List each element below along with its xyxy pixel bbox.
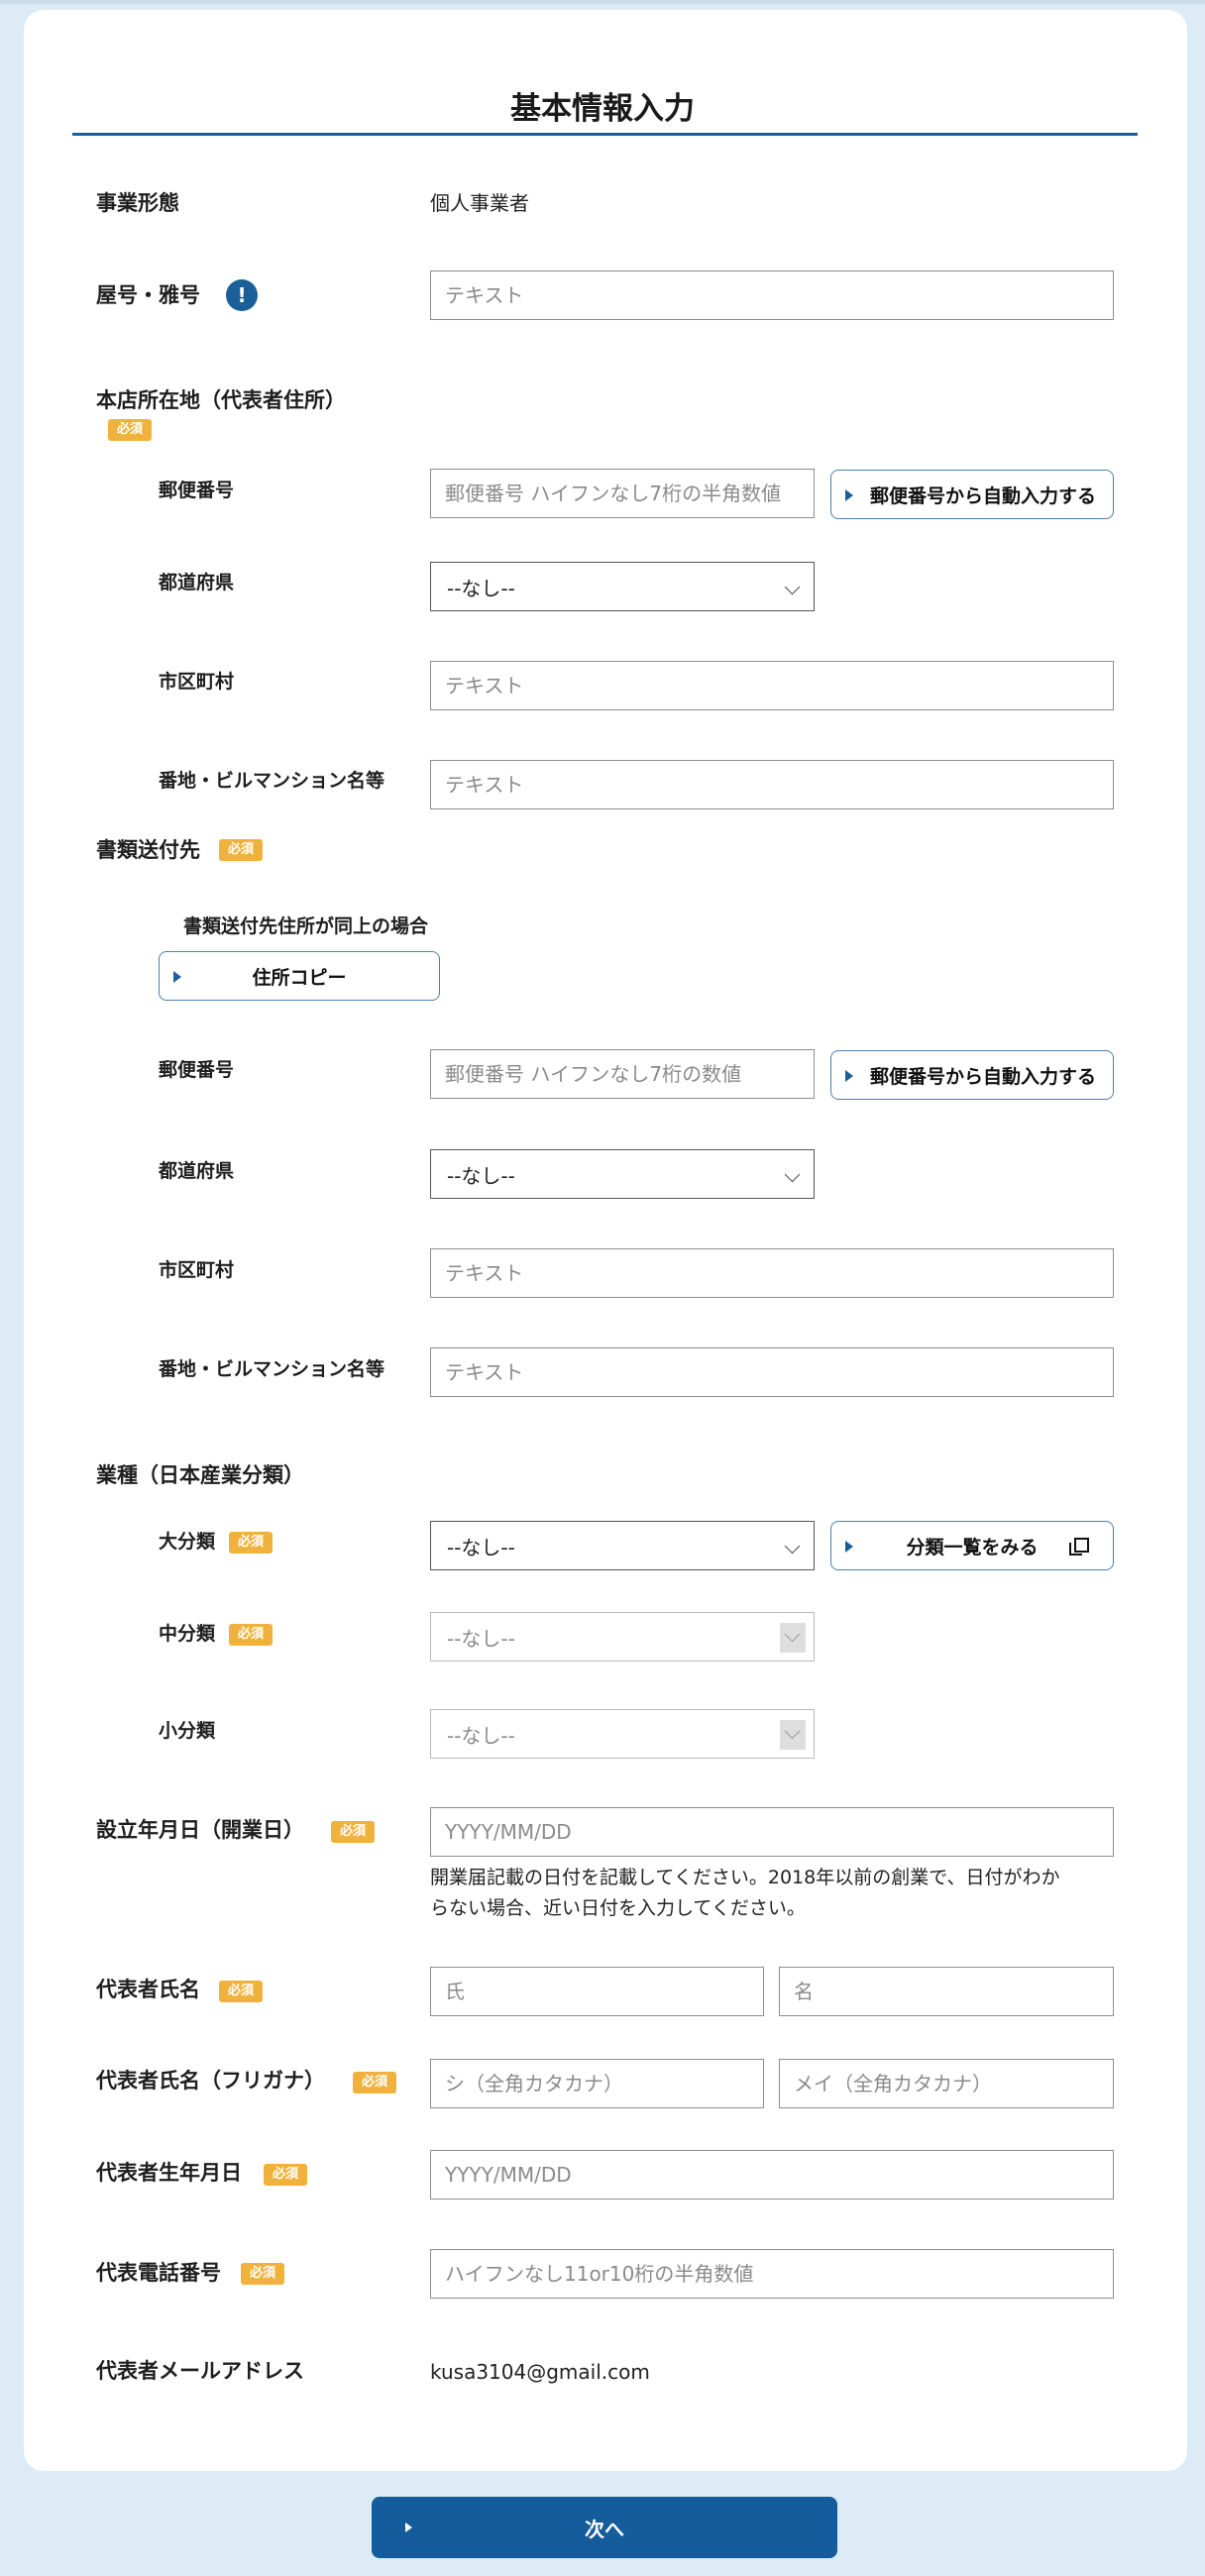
mailing-autofill-button[interactable]: 郵便番号から自動入力する xyxy=(830,1050,1114,1100)
rep-last-name-input[interactable] xyxy=(430,1967,764,2016)
required-badge: 必須 xyxy=(241,2263,285,2285)
rep-last-kana-input[interactable] xyxy=(430,2059,764,2108)
industry-label: 業種（日本産業分類） xyxy=(96,1463,304,1487)
chevron-down-icon xyxy=(784,1166,801,1183)
rep-first-name-input[interactable] xyxy=(779,1967,1114,2016)
select-value: --なし-- xyxy=(447,1535,515,1559)
industry-major-label: 大分類 xyxy=(159,1531,216,1553)
autofill-button-label: 郵便番号から自動入力する xyxy=(869,484,1096,507)
head-office-street-input[interactable] xyxy=(430,760,1114,809)
industry-medium-select[interactable]: --なし-- xyxy=(430,1612,815,1662)
mailing-prefecture-label: 都道府県 xyxy=(159,1160,235,1182)
trade-name-label: 屋号・雅号 xyxy=(96,283,200,307)
business-type-label: 事業形態 xyxy=(96,191,179,215)
industry-medium-label: 中分類 xyxy=(159,1623,216,1645)
industry-major-select[interactable]: --なし-- xyxy=(430,1521,815,1570)
address-copy-label: 住所コピー xyxy=(252,966,347,989)
category-list-button[interactable]: 分類一覧をみる xyxy=(830,1521,1114,1570)
select-value: --なし-- xyxy=(447,1626,515,1651)
rep-birth-input[interactable] xyxy=(430,2150,1114,2200)
head-office-prefecture-select[interactable]: --なし-- xyxy=(430,562,815,611)
established-note-line: 開業届記載の日付を記載してください。2018年以前の創業で、日付がわか xyxy=(430,1867,1060,1888)
required-badge: 必須 xyxy=(108,419,153,441)
required-badge: 必須 xyxy=(219,1981,264,2002)
rep-kana-label: 代表者氏名（フリガナ） xyxy=(96,2069,325,2093)
triangle-right-icon xyxy=(405,2522,412,2532)
mailing-postal-input[interactable] xyxy=(430,1049,815,1099)
info-icon[interactable]: ! xyxy=(226,279,258,311)
copy-hint: 書類送付先住所が同上の場合 xyxy=(183,915,429,937)
rep-email-value: kusa3104@gmail.com xyxy=(430,2360,650,2384)
head-office-city-label: 市区町村 xyxy=(159,671,235,693)
next-button[interactable]: 次へ xyxy=(372,2497,837,2558)
established-label: 設立年月日（開業日） xyxy=(96,1818,304,1842)
category-list-label: 分類一覧をみる xyxy=(906,1536,1039,1558)
mailing-postal-label: 郵便番号 xyxy=(159,1059,235,1081)
chevron-down-icon xyxy=(784,1723,801,1740)
rep-first-kana-input[interactable] xyxy=(779,2059,1114,2108)
head-office-prefecture-label: 都道府県 xyxy=(159,572,235,593)
page-title: 基本情報入力 xyxy=(510,91,695,127)
head-office-city-input[interactable] xyxy=(430,661,1114,710)
mailing-street-input[interactable] xyxy=(430,1347,1114,1397)
required-badge: 必須 xyxy=(353,2072,397,2093)
head-office-autofill-button[interactable]: 郵便番号から自動入力する xyxy=(830,470,1114,519)
required-badge: 必須 xyxy=(264,2164,308,2186)
triangle-right-icon xyxy=(845,1541,853,1553)
business-type-value: 個人事業者 xyxy=(430,191,529,215)
required-badge: 必須 xyxy=(219,839,264,861)
head-office-postal-input[interactable] xyxy=(430,469,815,518)
rep-phone-input[interactable] xyxy=(430,2249,1114,2299)
select-value: --なし-- xyxy=(447,1723,515,1748)
mailing-prefecture-select[interactable]: --なし-- xyxy=(430,1149,815,1199)
triangle-right-icon xyxy=(173,971,181,983)
select-value: --なし-- xyxy=(447,1163,515,1188)
select-arrow-box xyxy=(780,1623,806,1653)
required-badge: 必須 xyxy=(229,1624,274,1646)
rep-birth-label: 代表者生年月日 xyxy=(96,2161,242,2185)
address-copy-button[interactable]: 住所コピー xyxy=(159,951,440,1001)
rep-phone-label: 代表電話番号 xyxy=(96,2261,221,2285)
required-badge: 必須 xyxy=(229,1532,274,1554)
chevron-down-icon xyxy=(784,579,801,595)
chevron-down-icon xyxy=(784,1626,801,1643)
established-input[interactable] xyxy=(430,1807,1114,1857)
title-divider xyxy=(72,133,1138,136)
chevron-down-icon xyxy=(784,1538,801,1555)
established-note: 開業届記載の日付を記載してください。2018年以前の創業で、日付がわか らない場… xyxy=(430,1863,1124,1924)
head-office-postal-label: 郵便番号 xyxy=(159,480,235,501)
required-badge: 必須 xyxy=(331,1821,376,1843)
triangle-right-icon xyxy=(845,489,853,501)
mailing-city-label: 市区町村 xyxy=(159,1259,235,1281)
top-strip xyxy=(0,0,1205,4)
rep-name-label: 代表者氏名 xyxy=(96,1978,200,2001)
mailing-city-input[interactable] xyxy=(430,1248,1114,1298)
select-value: --なし-- xyxy=(447,576,515,600)
industry-minor-label: 小分類 xyxy=(159,1720,216,1742)
mailing-label: 書類送付先 xyxy=(96,838,200,862)
external-window-icon xyxy=(1069,1538,1089,1556)
triangle-right-icon xyxy=(845,1070,853,1082)
autofill-button-label: 郵便番号から自動入力する xyxy=(869,1065,1096,1088)
select-arrow-box xyxy=(780,1720,806,1750)
mailing-street-label: 番地・ビルマンション名等 xyxy=(159,1358,385,1380)
established-note-line: らない場合、近い日付を入力してください。 xyxy=(430,1897,806,1919)
head-office-label: 本店所在地（代表者住所） xyxy=(96,388,346,412)
rep-email-label: 代表者メールアドレス xyxy=(96,2359,304,2383)
trade-name-input[interactable] xyxy=(430,270,1114,320)
head-office-street-label: 番地・ビルマンション名等 xyxy=(159,770,385,792)
industry-minor-select[interactable]: --なし-- xyxy=(430,1709,815,1759)
next-button-label: 次へ xyxy=(585,2517,624,2541)
